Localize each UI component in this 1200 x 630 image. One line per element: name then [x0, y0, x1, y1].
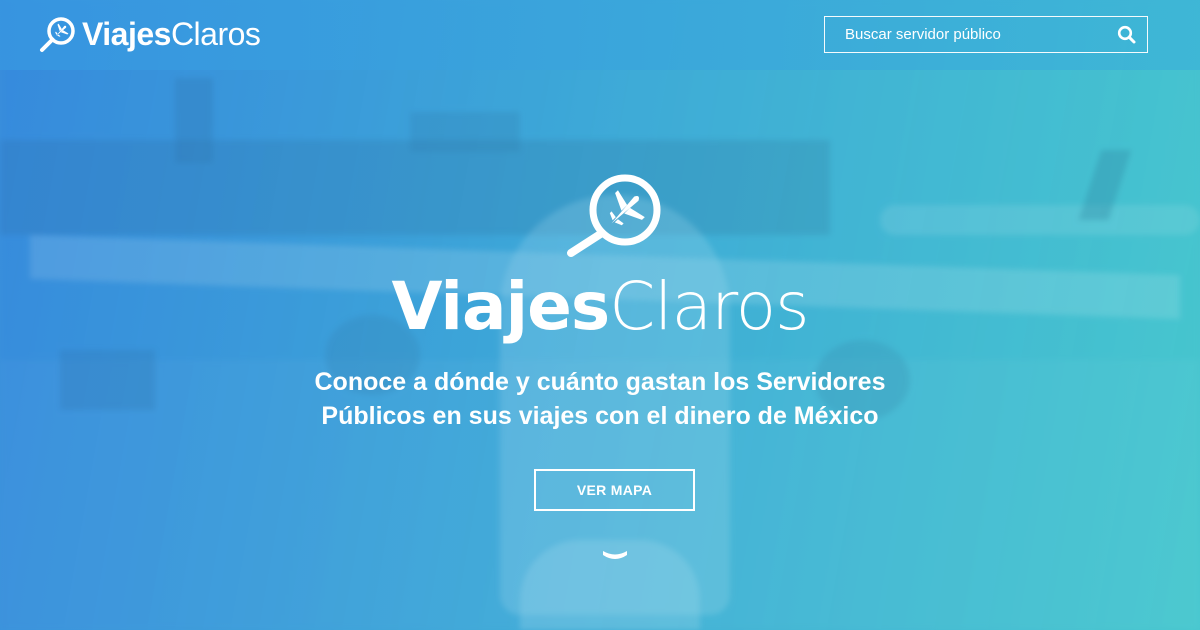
magnifier-airplane-icon: [567, 174, 661, 257]
search-input[interactable]: [825, 17, 1107, 52]
tagline-line-1: Conoce a dónde y cuánto gastan los Servi…: [314, 368, 886, 396]
top-navbar: ViajesClaros: [0, 0, 1200, 70]
hero-brand-light: Claros: [609, 268, 809, 345]
view-map-button[interactable]: VER MAPA: [534, 469, 695, 511]
search-icon: [1117, 25, 1136, 43]
tagline-line-2: Públicos en sus viajes con el dinero de …: [321, 402, 879, 430]
brand-name-light: Claros: [170, 16, 261, 52]
search-box: [824, 16, 1148, 53]
hero-brand-title: ViajesClaros: [0, 262, 1200, 352]
brand-name: ViajesClaros: [82, 14, 261, 54]
page: ViajesClaros ViajesClaros Conoce a dónde…: [0, 0, 1200, 630]
search-button[interactable]: [1107, 17, 1147, 52]
hero-tagline: Conoce a dónde y cuánto gastan los Servi…: [250, 365, 950, 433]
hero-brand-strong: Viajes: [391, 268, 610, 345]
brand-logo-link[interactable]: ViajesClaros: [38, 14, 261, 54]
magnifier-airplane-icon: [40, 17, 75, 52]
brand-name-strong: Viajes: [82, 16, 171, 52]
chevron-down-icon[interactable]: [602, 549, 628, 563]
